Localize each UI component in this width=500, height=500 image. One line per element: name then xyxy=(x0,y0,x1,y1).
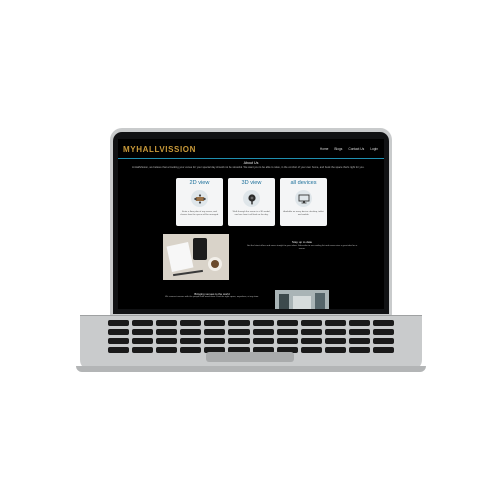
about-paragraph: At HallVission, we believe that a bookin… xyxy=(132,166,365,169)
keyboard-row xyxy=(108,320,394,326)
key xyxy=(276,329,298,335)
feature-card-text: Walk through the venue in a 3D model, an… xyxy=(232,211,271,216)
key xyxy=(228,320,250,326)
key xyxy=(156,338,178,344)
key xyxy=(348,329,370,335)
feature-card-3d[interactable]: 3D view Walk through the venue in a 3D m… xyxy=(228,178,275,226)
key xyxy=(300,338,322,344)
key xyxy=(300,329,322,335)
key xyxy=(324,320,346,326)
key xyxy=(132,347,154,353)
camera-360-icon xyxy=(243,190,260,207)
world-paragraph: We connect venues with the people who ne… xyxy=(165,296,259,298)
key xyxy=(324,338,346,344)
key xyxy=(108,338,130,344)
feature-card-title: all devices xyxy=(290,180,317,186)
key xyxy=(372,347,394,353)
key xyxy=(108,329,130,335)
feature-card-title: 3D view xyxy=(241,180,262,186)
key xyxy=(300,320,322,326)
nav-link-home[interactable]: Home xyxy=(320,147,329,151)
trackpad xyxy=(206,352,294,362)
key xyxy=(108,320,130,326)
key xyxy=(180,347,202,353)
key xyxy=(228,338,250,344)
key xyxy=(348,338,370,344)
key xyxy=(180,320,202,326)
nav-link-contact[interactable]: Contact Us xyxy=(348,147,364,151)
key xyxy=(300,347,322,353)
key xyxy=(348,347,370,353)
key xyxy=(132,320,154,326)
key xyxy=(276,338,298,344)
laptop-base-edge xyxy=(76,366,426,372)
feature-card-2d[interactable]: 2D view Enter a floor plan of any venue,… xyxy=(176,178,223,226)
key xyxy=(228,329,250,335)
key xyxy=(204,338,226,344)
feature-cards: 2D view Enter a floor plan of any venue,… xyxy=(176,178,327,226)
key xyxy=(372,320,394,326)
venue-photo xyxy=(275,290,329,309)
key xyxy=(156,329,178,335)
site-logo[interactable]: MYHALLVISSION xyxy=(123,145,196,154)
nav-menu: Home Blogs Contact Us Login xyxy=(320,147,378,151)
nav-link-login[interactable]: Login xyxy=(370,147,378,151)
header-divider xyxy=(118,158,384,159)
key xyxy=(204,329,226,335)
keyboard-row xyxy=(108,329,394,335)
table-icon xyxy=(191,190,208,207)
feature-card-text: Enter a floor plan of any venue, and cho… xyxy=(180,211,219,216)
key xyxy=(252,338,274,344)
key xyxy=(156,320,178,326)
about-heading: About Us xyxy=(243,161,259,165)
key xyxy=(132,338,154,344)
feature-card-title: 2D view xyxy=(189,180,210,186)
key xyxy=(372,338,394,344)
site-header: MYHALLVISSION Home Blogs Contact Us Logi… xyxy=(118,139,384,159)
key xyxy=(252,329,274,335)
feature-card-devices[interactable]: all devices Available on every device: d… xyxy=(280,178,327,226)
subscribe-heading: Stay up to date xyxy=(291,240,313,244)
feature-card-text: Available on every device: desktop, tabl… xyxy=(283,211,324,216)
key xyxy=(324,329,346,335)
browser-viewport[interactable]: MYHALLVISSION Home Blogs Contact Us Logi… xyxy=(118,139,384,309)
key xyxy=(204,320,226,326)
subscribe-paragraph: Get the latest offers and news straight … xyxy=(246,245,358,250)
key xyxy=(324,347,346,353)
key xyxy=(108,347,130,353)
nav-link-blogs[interactable]: Blogs xyxy=(334,147,342,151)
keyboard xyxy=(108,320,394,356)
key xyxy=(180,329,202,335)
key xyxy=(252,320,274,326)
key xyxy=(156,347,178,353)
monitor-icon xyxy=(295,190,312,207)
key xyxy=(132,329,154,335)
key xyxy=(180,338,202,344)
key xyxy=(372,329,394,335)
key xyxy=(348,320,370,326)
desk-photo xyxy=(163,234,229,280)
keyboard-row xyxy=(108,338,394,344)
key xyxy=(276,320,298,326)
